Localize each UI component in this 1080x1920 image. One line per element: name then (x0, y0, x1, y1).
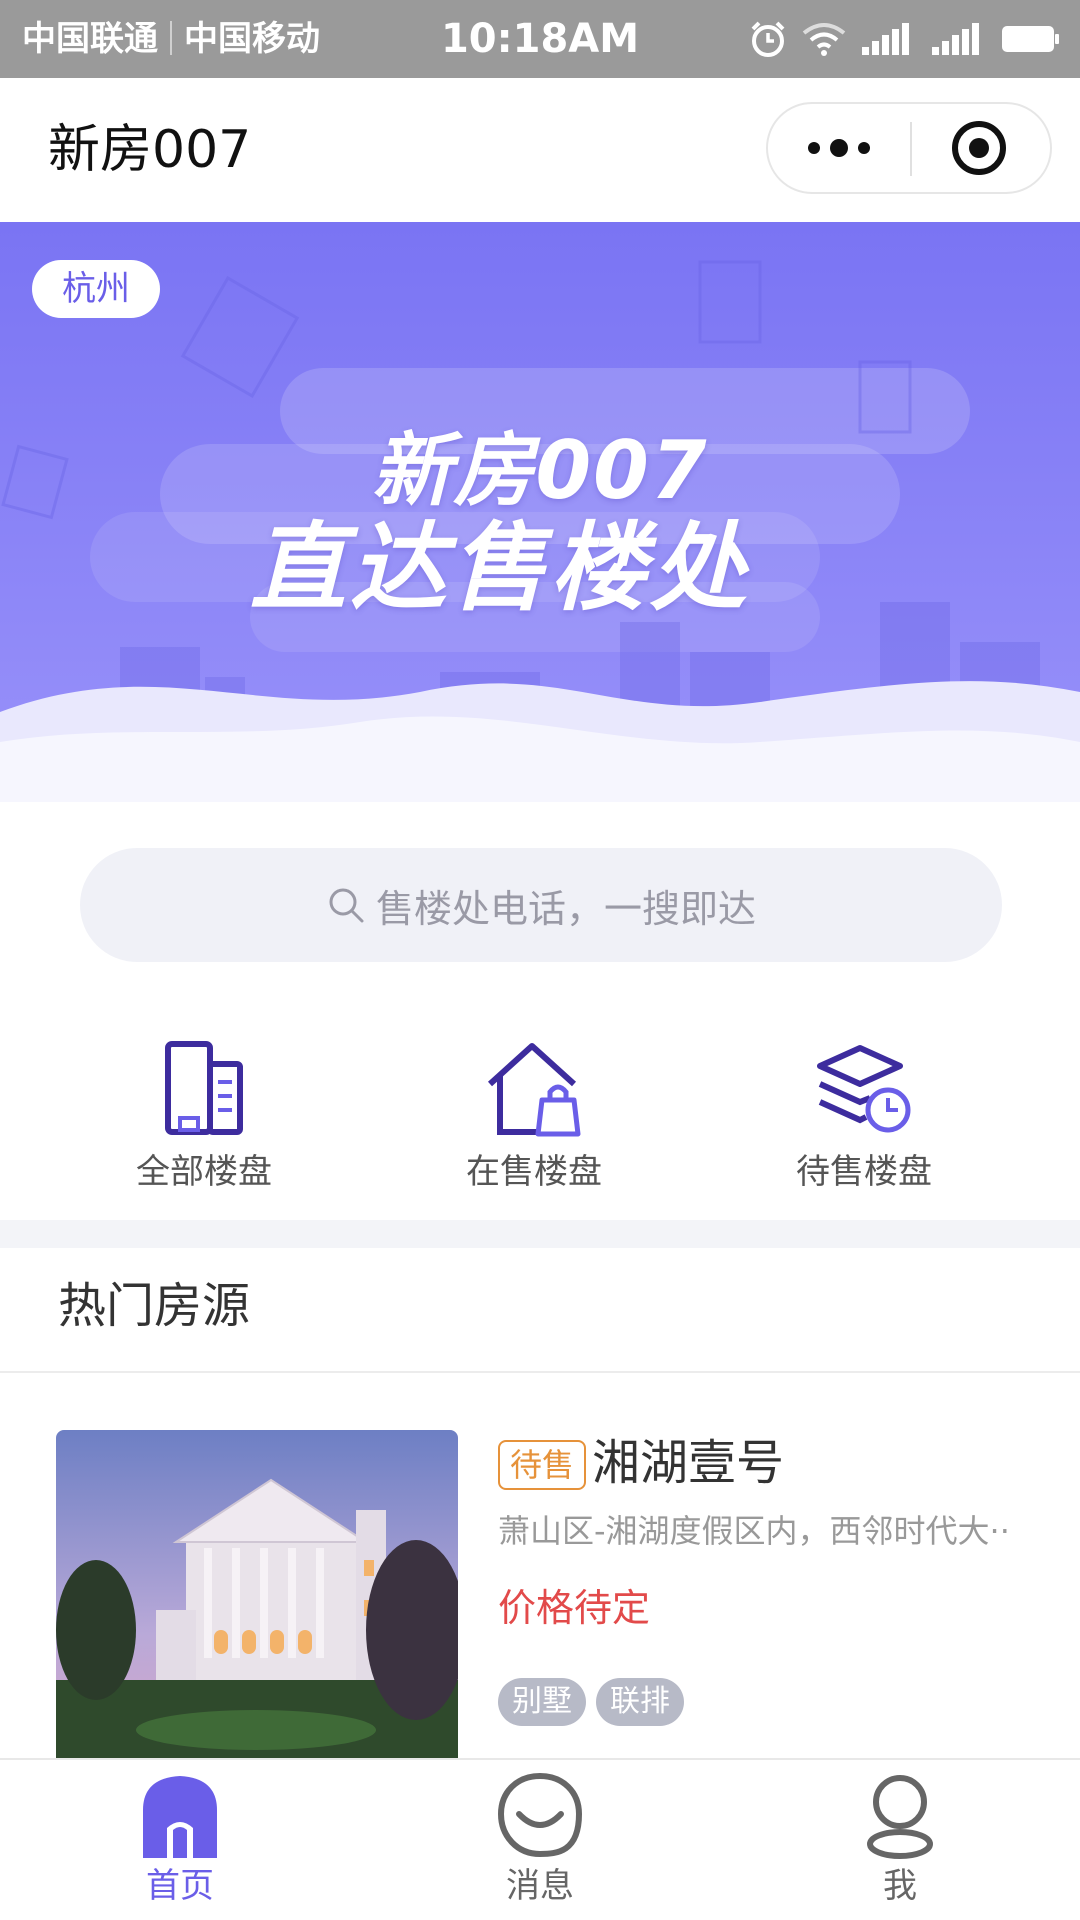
more-button[interactable] (768, 104, 910, 192)
signal-1-icon (932, 23, 979, 55)
listing-thumbnail (56, 1430, 458, 1770)
banner-headline-2: 直达售楼处 (250, 512, 750, 624)
city-selector[interactable]: 杭州 (32, 260, 160, 318)
tab-label: 消息 (506, 1866, 574, 1906)
tab-profile[interactable]: 我 (800, 1770, 1000, 1906)
hero-banner[interactable]: 杭州 新房007 直达售楼处 (0, 222, 1080, 862)
category-row: 全部楼盘 在售楼盘 待售楼盘 (0, 1040, 1080, 1192)
section-separator (0, 1371, 1080, 1373)
battery-icon (1002, 26, 1059, 52)
category-on-sale[interactable]: 在售楼盘 (424, 1040, 644, 1192)
status-icons (748, 18, 1060, 60)
listing-tags: 别墅 联排 (498, 1678, 684, 1726)
tab-messages[interactable]: 消息 (440, 1770, 640, 1906)
search-input[interactable]: 售楼处电话，一搜即达 (80, 848, 1002, 962)
layers-clock-icon (817, 1045, 911, 1133)
category-label: 待售楼盘 (796, 1152, 932, 1192)
section-title: 热门房源 (58, 1278, 251, 1334)
tab-label: 首页 (146, 1866, 214, 1906)
search-icon (329, 888, 364, 923)
listing-address: 萧山区-湘湖度假区内，西邻时代大·· (498, 1512, 1010, 1550)
listing-price: 价格待定 (498, 1586, 651, 1630)
wifi-icon (802, 23, 846, 56)
search-placeholder: 售楼处电话，一搜即达 (375, 886, 756, 931)
listing-card[interactable]: 待售 湘湖壹号 萧山区-湘湖度假区内，西邻时代大·· 价格待定 别墅 联排 (0, 1374, 1080, 1770)
house-bag-icon (487, 1043, 581, 1137)
tab-home[interactable]: 首页 (80, 1770, 280, 1906)
listing-tag: 别墅 (498, 1678, 586, 1726)
bottom-tab-bar: 首页 消息 我 (0, 1758, 1080, 1920)
category-upcoming[interactable]: 待售楼盘 (754, 1040, 974, 1192)
buildings-icon (165, 1041, 243, 1135)
signal-2-icon (862, 23, 909, 55)
listing-name: 湘湖壹号 (592, 1435, 785, 1491)
more-dots-icon (808, 139, 870, 157)
category-label: 在售楼盘 (466, 1152, 602, 1192)
category-all-buildings[interactable]: 全部楼盘 (94, 1040, 314, 1192)
status-bar: 中国联通 中国移动 10:18AM (0, 0, 1080, 78)
mini-program-capsule (766, 102, 1052, 194)
listing-tag: 联排 (596, 1678, 684, 1726)
category-label: 全部楼盘 (136, 1152, 272, 1192)
target-close-icon (952, 121, 1006, 175)
navigation-bar: 新房007 (0, 78, 1080, 222)
page-title: 新房007 (48, 120, 252, 180)
close-button[interactable] (908, 104, 1050, 192)
section-divider (0, 1220, 1080, 1248)
villa-image (56, 1430, 458, 1770)
home-icon (143, 1776, 217, 1858)
profile-icon (867, 1775, 933, 1859)
alarm-icon (751, 21, 785, 57)
message-icon (497, 1772, 583, 1858)
status-badge: 待售 (498, 1440, 587, 1490)
tab-label: 我 (883, 1866, 917, 1906)
